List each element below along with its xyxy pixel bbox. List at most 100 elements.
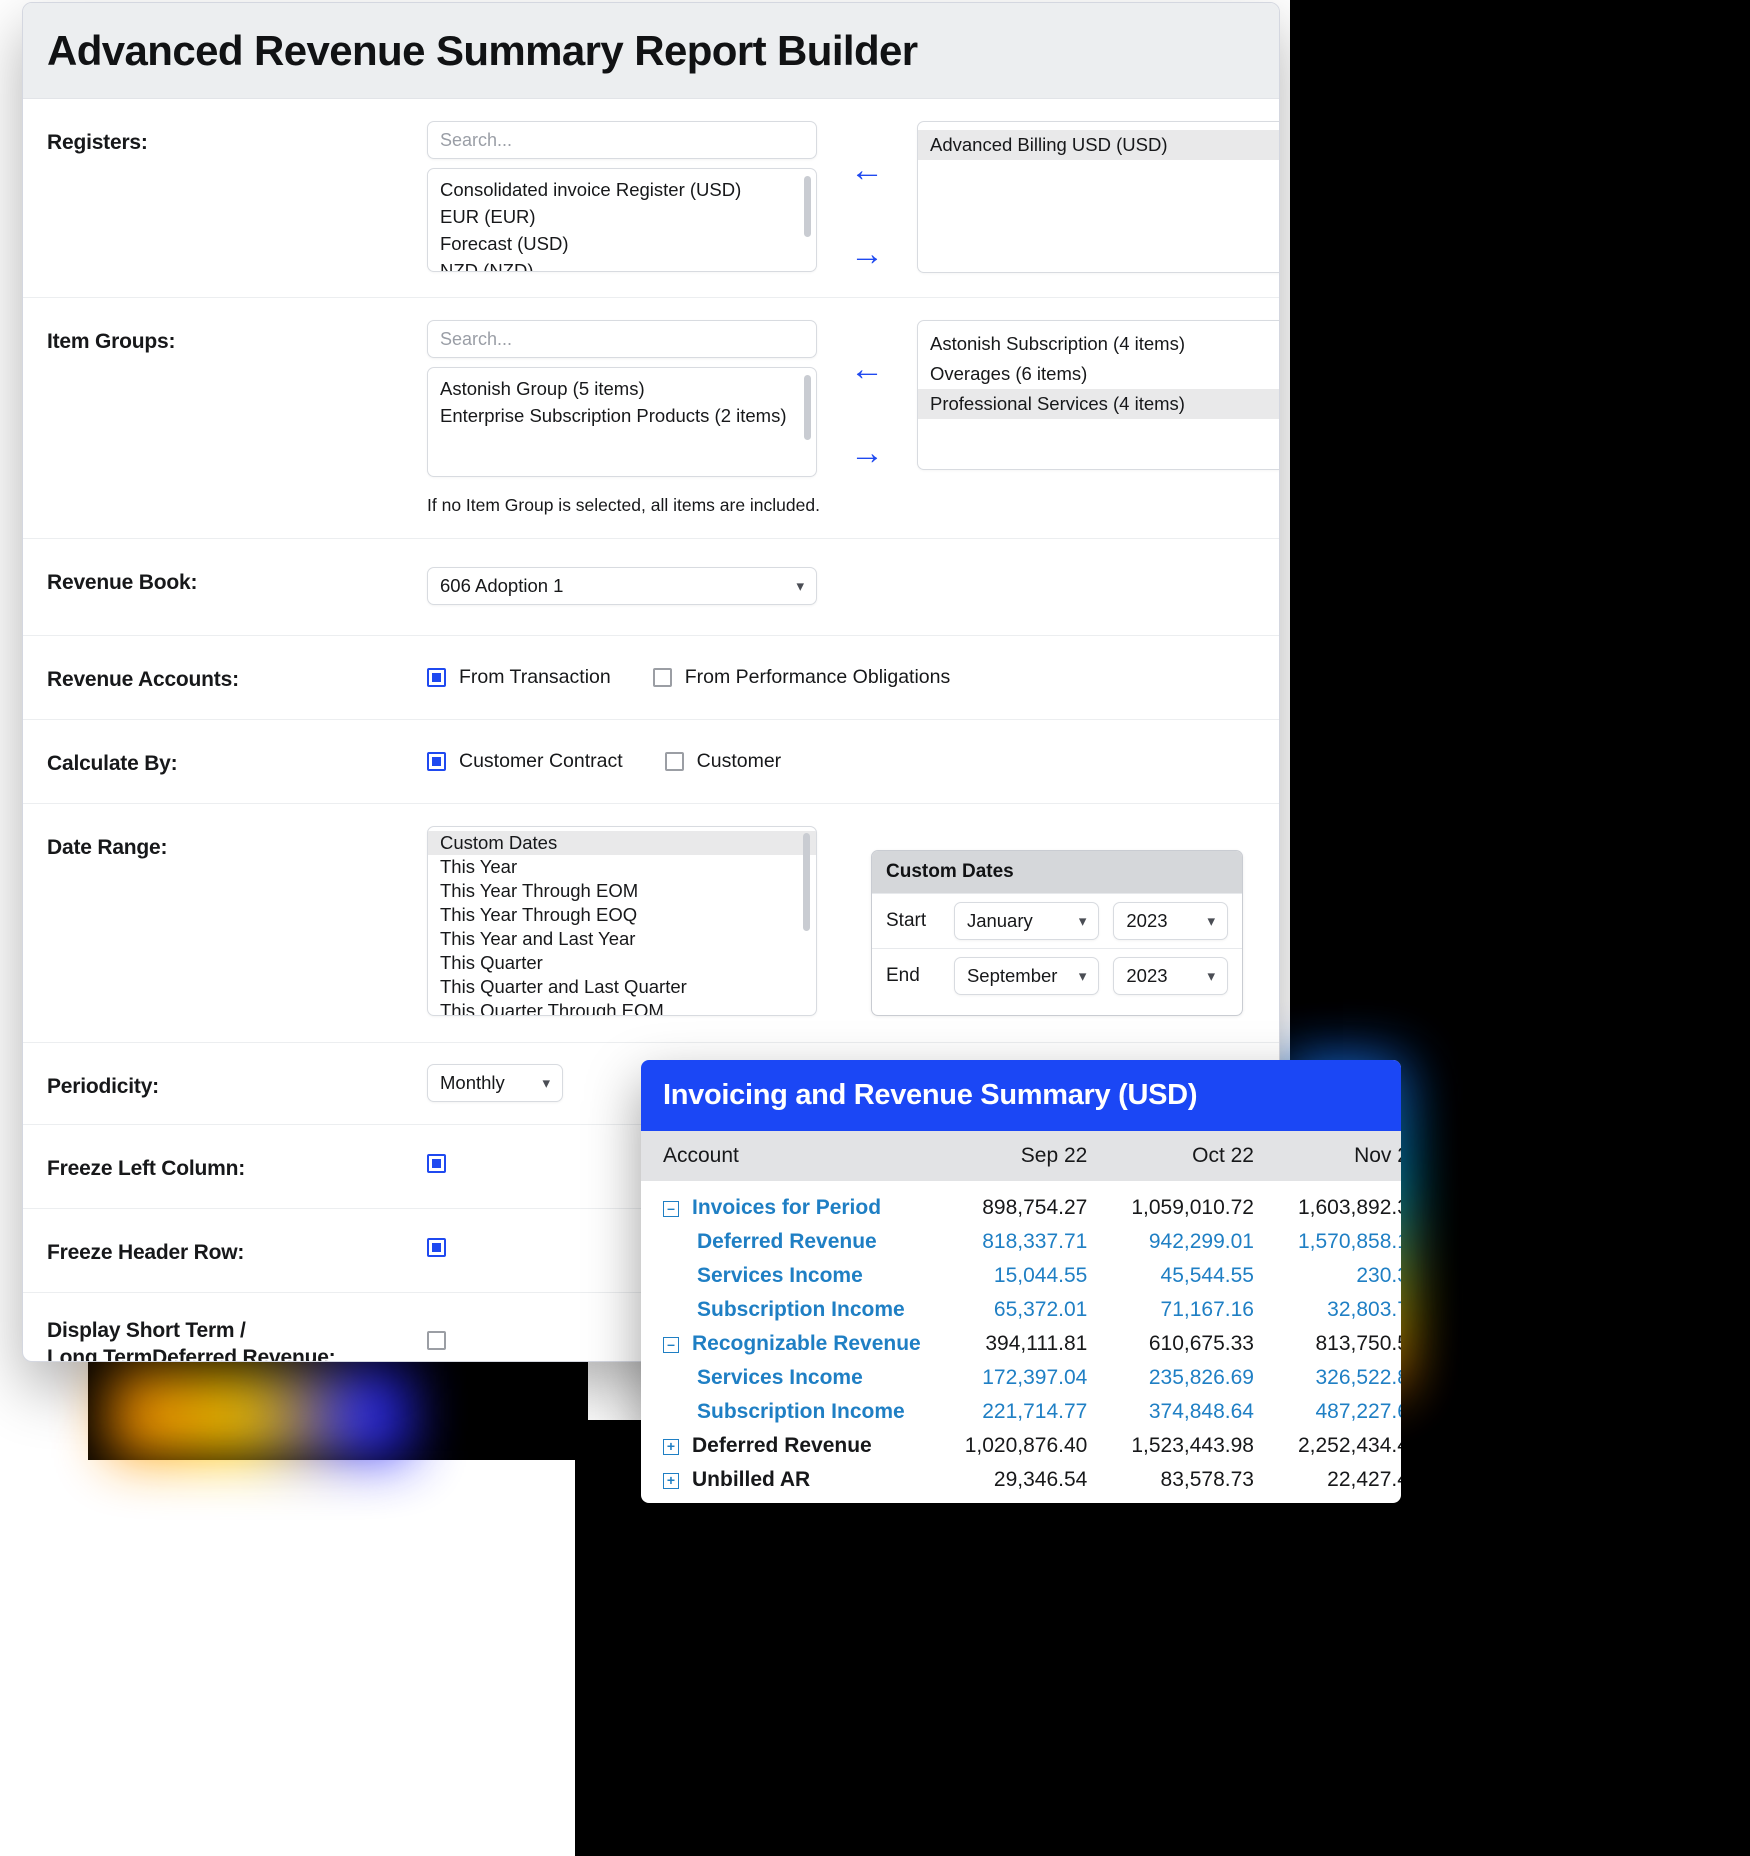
list-item[interactable]: Custom Dates — [428, 831, 816, 855]
results-table: Account Sep 22 Oct 22 Nov 22 –Invoices f… — [641, 1131, 1401, 1497]
start-year-select[interactable]: 2023 ▾ — [1113, 902, 1228, 940]
freeze-left-column-checkbox[interactable] — [427, 1154, 446, 1173]
checkbox-unchecked-icon[interactable] — [652, 668, 672, 687]
table-row[interactable]: + Deferred Revenue 1,020,876.40 1,523,443… — [641, 1429, 1401, 1463]
freeze-header-row-checkbox[interactable] — [427, 1238, 446, 1257]
item-groups-available-listbox[interactable]: Astonish Group (5 items) Enterprise Subs… — [427, 367, 817, 477]
row-account-cell[interactable]: – Recognizable Revenue — [641, 1327, 943, 1361]
periodicity-value: Monthly — [440, 1072, 505, 1093]
row-account-cell[interactable]: + Deferred Revenue — [641, 1429, 943, 1463]
checkbox-customer[interactable]: Customer — [664, 750, 781, 773]
date-range-label: Date Range: — [47, 836, 168, 859]
date-range-controls: Custom Dates This Year This Year Through… — [427, 804, 1255, 1042]
column-header-account: Account — [641, 1131, 943, 1181]
row-account-cell[interactable]: Subscription Income — [641, 1293, 943, 1327]
row-account-cell[interactable]: Services Income — [641, 1259, 943, 1293]
list-item[interactable]: Astonish Subscription (4 items) — [918, 329, 1279, 359]
revenue-book-value: 606 Adoption 1 — [440, 575, 564, 596]
checkbox-unchecked-icon[interactable] — [664, 752, 684, 771]
checkbox-from-performance-obligations[interactable]: From Performance Obligations — [652, 666, 950, 689]
list-item[interactable]: Overages (6 items) — [918, 359, 1279, 389]
revenue-book-label: Revenue Book: — [47, 571, 198, 594]
row-value-sep22: 29,346.54 — [993, 1468, 1088, 1491]
display-short-long-term-checkbox[interactable] — [427, 1331, 446, 1350]
move-to-available-arrow-right-icon[interactable]: → — [850, 237, 884, 271]
checkbox-checked-icon[interactable] — [427, 668, 446, 687]
collapse-minus-icon[interactable]: – — [663, 1337, 679, 1353]
row-account-cell[interactable]: + Unbilled AR — [641, 1463, 943, 1497]
end-month-select[interactable]: September ▾ — [953, 957, 1100, 995]
periodicity-select[interactable]: Monthly ▾ — [427, 1064, 563, 1102]
item-groups-search-input[interactable]: Search... — [427, 320, 817, 358]
table-row[interactable]: Services Income 15,044.55 45,544.55 230.… — [641, 1259, 1401, 1293]
expand-plus-icon[interactable]: + — [663, 1439, 679, 1455]
revenue-book-select[interactable]: 606 Adoption 1 ▾ — [427, 567, 817, 605]
table-row[interactable]: – Invoices for Period 898,754.27 1,059,01… — [641, 1191, 1401, 1225]
move-to-selected-arrow-left-icon[interactable]: ← — [850, 153, 884, 187]
row-value-nov22: 487,227.66 — [1315, 1400, 1402, 1423]
list-item[interactable]: Professional Services (4 items) — [918, 389, 1279, 419]
checkbox-from-transaction[interactable]: From Transaction — [427, 666, 611, 689]
list-item[interactable]: Enterprise Subscription Products (2 item… — [428, 403, 816, 430]
item-groups-transfer-arrows: ← → — [817, 320, 917, 470]
checkbox-checked-icon[interactable] — [427, 752, 446, 771]
list-item[interactable]: Consolidated invoice Register (USD) — [428, 177, 816, 204]
registers-search-input[interactable]: Search... — [427, 121, 817, 159]
custom-dates-start-row: Start January ▾ 2023 ▾ — [872, 893, 1242, 948]
date-range-listbox[interactable]: Custom Dates This Year This Year Through… — [427, 826, 817, 1016]
results-title: Invoicing and Revenue Summary (USD) — [641, 1060, 1401, 1131]
row-value-sep22: 172,397.04 — [982, 1366, 1088, 1389]
collapse-minus-icon[interactable]: – — [663, 1201, 679, 1217]
row-value-nov22: 22,427.45 — [1327, 1468, 1401, 1491]
row-account-cell[interactable]: Subscription Income — [641, 1395, 943, 1429]
chevron-down-icon: ▾ — [1207, 968, 1215, 985]
list-item[interactable]: Advanced Billing USD (USD) — [918, 130, 1279, 160]
scrollbar-thumb[interactable] — [804, 176, 811, 238]
scrollbar-thumb[interactable] — [803, 833, 810, 931]
table-row[interactable]: Services Income 172,397.04 235,826.69 32… — [641, 1361, 1401, 1395]
list-item[interactable]: This Year — [428, 855, 816, 879]
list-item[interactable]: This Quarter Through EOM — [428, 999, 816, 1015]
registers-available-listbox[interactable]: Consolidated invoice Register (USD) EUR … — [427, 168, 817, 272]
row-value-sep22: 15,044.55 — [993, 1264, 1088, 1287]
row-account-cell[interactable]: – Invoices for Period — [641, 1191, 943, 1225]
move-to-available-arrow-right-icon[interactable]: → — [850, 436, 884, 470]
table-row[interactable]: Subscription Income 65,372.01 71,167.16 … — [641, 1293, 1401, 1327]
row-value-oct22: 71,167.16 — [1160, 1298, 1254, 1321]
start-label: Start — [886, 910, 927, 931]
expand-plus-icon[interactable]: + — [663, 1473, 679, 1489]
row-account-cell[interactable]: Services Income — [641, 1361, 943, 1395]
item-groups-hint: If no Item Group is selected, all items … — [427, 495, 820, 515]
page-title: Advanced Revenue Summary Report Builder — [47, 26, 918, 74]
row-value-nov22: 1,603,892.31 — [1297, 1196, 1401, 1219]
list-item[interactable]: NZD (NZD) — [428, 258, 816, 271]
list-item[interactable]: This Year Through EOQ — [428, 903, 816, 927]
row-value-sep22: 818,337.71 — [982, 1230, 1088, 1253]
table-row[interactable]: Subscription Income 221,714.77 374,848.6… — [641, 1395, 1401, 1429]
table-row[interactable]: – Recognizable Revenue 394,111.81 610,675… — [641, 1327, 1401, 1361]
table-row[interactable]: + Unbilled AR 29,346.54 83,578.73 22,427.… — [641, 1463, 1401, 1497]
table-row[interactable]: Deferred Revenue 818,337.71 942,299.01 1… — [641, 1225, 1401, 1259]
custom-dates-panel: Custom Dates Start January ▾ 2023 ▾ End … — [871, 850, 1243, 1016]
custom-dates-end-row: End September ▾ 2023 ▾ — [872, 948, 1242, 1003]
registers-row: Registers: Search... Consolidated invoic… — [23, 99, 1279, 298]
list-item[interactable]: Forecast (USD) — [428, 231, 816, 258]
list-item[interactable]: This Quarter — [428, 951, 816, 975]
scrollbar-thumb[interactable] — [804, 375, 811, 440]
freeze-header-row-label: Freeze Header Row: — [47, 1241, 245, 1264]
list-item[interactable]: This Year Through EOM — [428, 879, 816, 903]
list-item[interactable]: This Year and Last Year — [428, 927, 816, 951]
list-item[interactable]: EUR (EUR) — [428, 204, 816, 231]
row-account-cell[interactable]: Deferred Revenue — [641, 1225, 943, 1259]
move-to-selected-arrow-left-icon[interactable]: ← — [850, 352, 884, 386]
start-month-select[interactable]: January ▾ — [953, 902, 1100, 940]
row-value-oct22: 610,675.33 — [1148, 1332, 1254, 1355]
registers-selected-listbox[interactable]: Advanced Billing USD (USD) — [917, 121, 1279, 273]
invoicing-revenue-summary-card: Invoicing and Revenue Summary (USD) Acco… — [641, 1060, 1401, 1503]
list-item[interactable]: This Quarter and Last Quarter — [428, 975, 816, 999]
checkbox-customer-contract[interactable]: Customer Contract — [427, 750, 623, 773]
list-item[interactable]: Astonish Group (5 items) — [428, 376, 816, 403]
revenue-accounts-row: Revenue Accounts: From Transaction From … — [23, 636, 1279, 720]
end-year-select[interactable]: 2023 ▾ — [1113, 957, 1228, 995]
item-groups-selected-listbox[interactable]: Astonish Subscription (4 items) Overages… — [917, 320, 1279, 470]
